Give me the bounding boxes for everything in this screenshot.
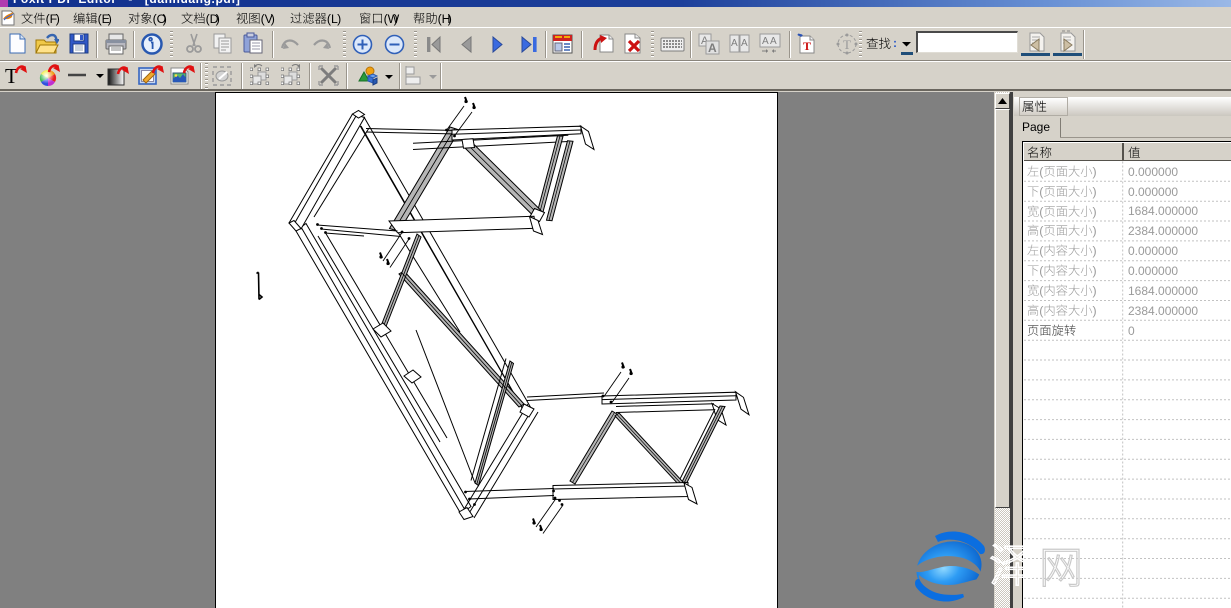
svg-text:): )	[1092, 284, 1096, 298]
svg-text:): )	[1092, 244, 1096, 258]
svg-text:): )	[1092, 304, 1096, 318]
svg-text:): )	[1092, 184, 1096, 198]
svg-text:): )	[1092, 204, 1096, 218]
svg-text:): )	[1092, 224, 1096, 238]
svg-text:): )	[1092, 264, 1096, 278]
svg-text:): )	[1092, 165, 1096, 179]
